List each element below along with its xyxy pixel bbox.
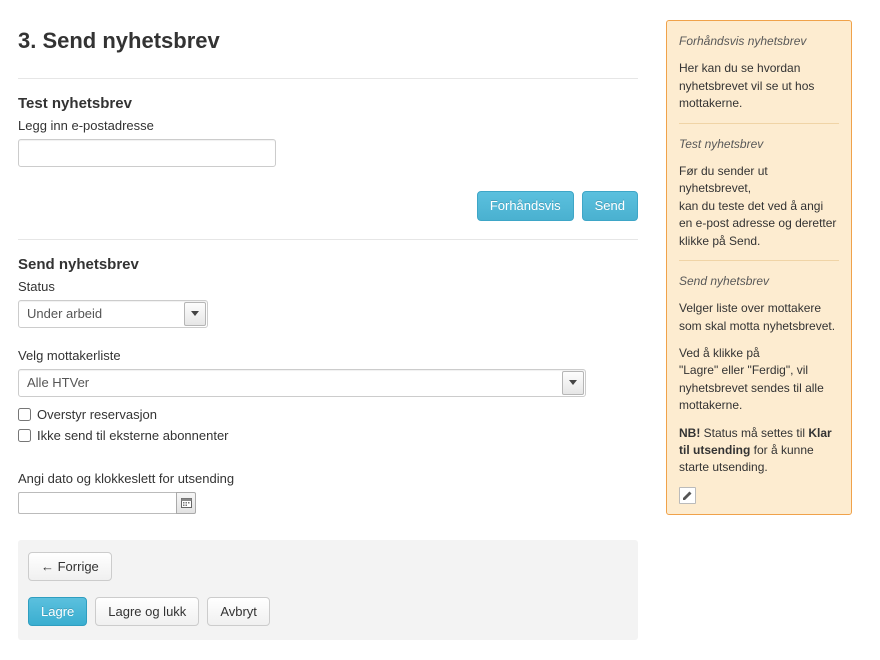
test-section-heading: Test nyhetsbrev [18,95,638,112]
divider [679,260,839,261]
email-label: Legg inn e-postadresse [18,118,638,133]
help-preview-body: Her kan du se hvordan nyhetsbrevet vil s… [679,60,839,112]
override-reservation-checkbox[interactable] [18,408,31,421]
recipient-list-value: Alle HTVer [27,375,89,390]
help-text: "Lagre" eller "Ferdig", vil nyhetsbrevet… [679,363,824,394]
status-select[interactable]: Under arbeid [18,300,208,328]
email-field[interactable] [18,139,276,167]
help-text: kan du teste det ved å angi en e-post ad… [679,199,836,230]
divider [18,239,638,240]
recipient-list-select[interactable]: Alle HTVer [18,369,586,397]
help-send-body1: Velger liste over mottakere som skal mot… [679,300,839,335]
help-text: Før du sender ut nyhetsbrevet, [679,164,768,195]
help-send-heading: Send nyhetsbrev [679,273,839,290]
datetime-label: Angi dato og klokkeslett for utsending [18,471,638,486]
chevron-down-icon[interactable] [562,371,584,395]
previous-button[interactable]: ← Forrige [28,552,112,581]
edit-help-button[interactable] [679,487,696,504]
send-test-button[interactable]: Send [582,191,638,221]
divider [18,78,638,79]
cancel-button[interactable]: Avbryt [207,597,270,627]
pencil-icon [682,490,693,501]
no-external-label: Ikke send til eksterne abonnenter [37,428,229,443]
help-send-nb: NB! Status må settes til Klar til utsend… [679,425,839,477]
preview-button[interactable]: Forhåndsvis [477,191,574,221]
help-nb-prefix: NB! [679,426,700,440]
help-test-heading: Test nyhetsbrev [679,136,839,153]
save-and-close-button[interactable]: Lagre og lukk [95,597,199,627]
no-external-checkbox[interactable] [18,429,31,442]
help-text: Ved å klikke på [679,346,760,360]
chevron-down-icon[interactable] [184,302,206,326]
help-panel: Forhåndsvis nyhetsbrev Her kan du se hvo… [666,20,852,515]
datetime-field[interactable] [18,492,176,514]
status-label: Status [18,279,638,294]
help-send-body2: Ved å klikke på "Lagre" eller "Ferdig", … [679,345,839,415]
help-text: mottakerne. [679,398,742,412]
page-title: 3. Send nyhetsbrev [18,28,638,54]
send-section-heading: Send nyhetsbrev [18,256,638,273]
override-reservation-label: Overstyr reservasjon [37,407,157,422]
status-select-value: Under arbeid [27,306,102,321]
recipient-list-label: Velg mottakerliste [18,348,638,363]
calendar-icon[interactable] [176,492,196,514]
help-text: Status må settes til [700,426,808,440]
help-text: klikke på Send. [679,234,760,248]
divider [679,123,839,124]
help-test-body: Før du sender ut nyhetsbrevet, kan du te… [679,163,839,250]
help-preview-heading: Forhåndsvis nyhetsbrev [679,33,839,50]
save-button[interactable]: Lagre [28,597,87,627]
